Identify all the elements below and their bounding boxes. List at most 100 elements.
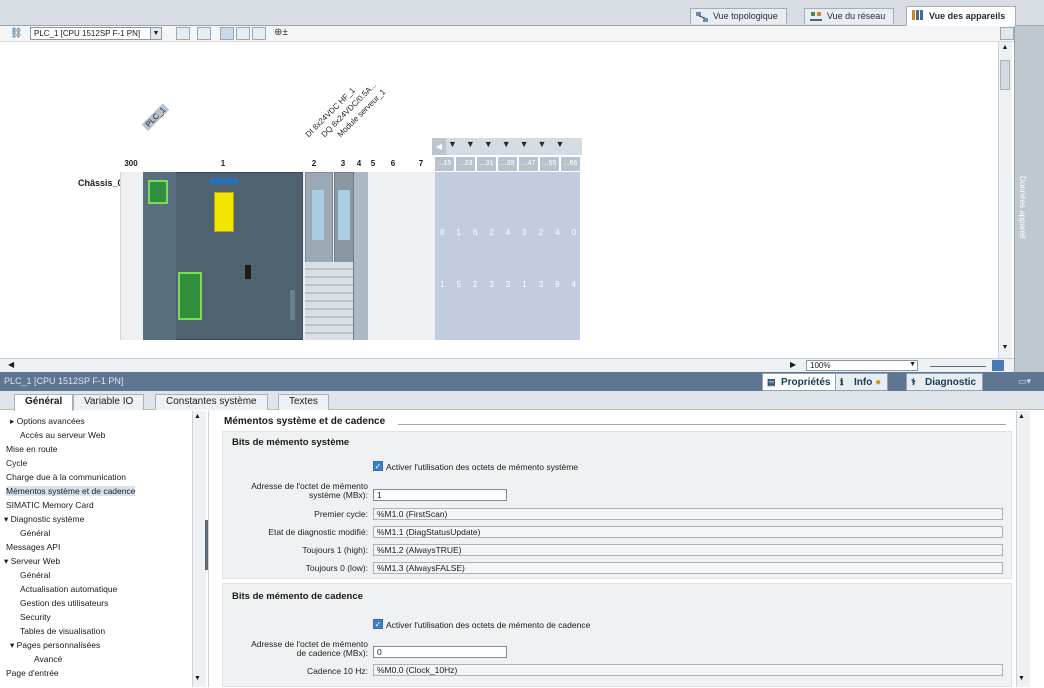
system-address-input[interactable]: 1 xyxy=(373,489,507,501)
nav-item-system-clock-memory[interactable]: Mémentos système et de cadence xyxy=(6,486,136,496)
content-heading: Mémentos système et de cadence xyxy=(224,416,386,427)
slot-num: 48 xyxy=(588,228,621,237)
chevron-down-icon[interactable]: ▼ xyxy=(1000,344,1010,354)
diag-status-label: Etat de diagnostic modifié: xyxy=(268,527,368,537)
network-icon xyxy=(810,12,822,21)
clock-address-label-2: de cadence (MBx): xyxy=(296,648,368,658)
device-icon xyxy=(912,10,923,20)
slot-number: 6 xyxy=(390,159,396,168)
nav-item-communication-load[interactable]: Charge due à la communication xyxy=(6,472,126,482)
system-memory-checkbox[interactable]: ✓ xyxy=(373,461,383,471)
zoom-value: 100% xyxy=(810,361,831,370)
nav-item-system-diagnostics[interactable]: ▾ Diagnostic système xyxy=(4,514,84,525)
memory-card-slot xyxy=(214,192,234,232)
switch-icon xyxy=(245,265,251,279)
subtab-system-constants[interactable]: Constantes système xyxy=(155,394,268,410)
tab-topology-label: Vue topologique xyxy=(713,11,778,21)
module-server[interactable] xyxy=(354,172,368,340)
slot-number: 2 xyxy=(311,159,317,168)
tab-network-view[interactable]: Vue du réseau xyxy=(804,8,895,24)
device-data-side-tab[interactable]: Données appareil xyxy=(1014,26,1044,372)
slot-expand-arrows[interactable]: ▼▼▼▼▼▼▼ xyxy=(448,139,584,149)
subtab-io-variable[interactable]: Variable IO xyxy=(73,394,145,410)
system-memory-checkbox-label: Activer l'utilisation des octets de méme… xyxy=(386,462,579,472)
chevron-down-icon[interactable]: ▼ xyxy=(194,675,201,682)
clock-memory-checkbox-label: Activer l'utilisation des octets de méme… xyxy=(386,620,591,630)
tab-info-label: Info xyxy=(854,377,873,388)
slot-number: 300 xyxy=(124,159,138,168)
fit-view-icon[interactable] xyxy=(992,360,1004,371)
slot-number: ...66 xyxy=(561,157,580,171)
always-false-label: Toujours 0 (low): xyxy=(305,563,368,573)
slot-number: 3 xyxy=(340,159,346,168)
first-cycle-value: %M1.0 (FirstScan) xyxy=(373,508,1003,520)
panel-toggle-icon[interactable] xyxy=(1000,27,1014,40)
zoom-select[interactable]: 100% ▼ xyxy=(806,360,918,371)
slot-num: 39 xyxy=(538,280,572,289)
diagnostic-icon: ⚕ xyxy=(911,377,916,387)
nav-item-entry-page[interactable]: Page d'entrée xyxy=(6,668,59,678)
clock-memory-title: Bits de mémento de cadence xyxy=(232,591,363,602)
nav-item-advanced-options[interactable]: ▸ Options avancées xyxy=(10,416,85,427)
content-scrollbar[interactable] xyxy=(1016,411,1030,687)
panel-controls-icon[interactable]: ▭▾ xyxy=(1018,376,1031,387)
table-view-icon[interactable] xyxy=(197,27,211,40)
system-memory-title: Bits de mémento système xyxy=(232,437,350,448)
slot-number: 4 xyxy=(356,159,362,168)
page-icon[interactable] xyxy=(252,27,266,40)
chevron-up-icon[interactable]: ▲ xyxy=(1000,44,1010,54)
nav-item-advanced[interactable]: Avancé xyxy=(34,654,62,664)
nav-item-user-management[interactable]: Gestion des utilisateurs xyxy=(20,598,108,608)
nav-item-watch-tables[interactable]: Tables de visualisation xyxy=(20,626,105,636)
rack-view-icon[interactable] xyxy=(176,27,190,40)
info-icon: ℹ xyxy=(840,377,844,387)
grid-icon[interactable] xyxy=(236,27,250,40)
draw-icon[interactable] xyxy=(220,27,234,40)
topology-icon xyxy=(696,12,708,22)
chevron-up-icon[interactable]: ▲ xyxy=(194,413,201,420)
nav-item-auto-update[interactable]: Actualisation automatique xyxy=(20,584,117,594)
nav-item-custom-pages[interactable]: ▾ Pages personnalisées xyxy=(10,640,100,651)
heading-divider xyxy=(398,424,1006,425)
tab-properties[interactable]: ▤ Propriétés xyxy=(762,373,838,391)
scroll-thumb[interactable] xyxy=(1000,60,1010,90)
chevron-right-icon[interactable]: ▶ xyxy=(790,360,796,369)
device-select[interactable]: PLC_1 [CPU 1512SP F-1 PN] ▼ xyxy=(30,27,162,40)
splitter-handle[interactable] xyxy=(205,520,208,570)
tab-diagnostic[interactable]: ⚕ Diagnostic xyxy=(906,373,984,391)
zoom-slider[interactable] xyxy=(930,366,986,367)
tab-info[interactable]: ℹ Info ● xyxy=(835,373,889,391)
empty-slots-group[interactable] xyxy=(435,172,580,340)
nav-item-web-server[interactable]: ▾ Serveur Web xyxy=(4,556,60,567)
chevron-left-icon[interactable]: ◀ xyxy=(432,138,446,155)
slot-number: ...31 xyxy=(477,157,496,171)
subtab-general[interactable]: Général xyxy=(14,394,74,411)
nav-item-web-general[interactable]: Général xyxy=(20,570,50,580)
network-tool-icon[interactable]: ⛓ xyxy=(10,28,24,40)
tab-device-view[interactable]: Vue des appareils xyxy=(906,6,1016,26)
nav-item-startup[interactable]: Mise en route xyxy=(6,444,58,454)
siemens-logo xyxy=(210,178,238,184)
nav-item-memory-card[interactable]: SIMATIC Memory Card xyxy=(6,500,94,510)
clock-memory-checkbox[interactable]: ✓ xyxy=(373,619,383,629)
tab-topology-view[interactable]: Vue topologique xyxy=(690,8,787,24)
properties-content: Mémentos système et de cadence Bits de m… xyxy=(216,411,1016,687)
slot-num: 8 xyxy=(440,228,457,237)
nav-item-diag-general[interactable]: Général xyxy=(20,528,50,538)
zoom-icon[interactable]: ⊕± xyxy=(274,27,288,38)
slot-number: ...47 xyxy=(519,157,538,171)
properties-nav-tree[interactable]: ▸ Options avancées Accès au serveur Web … xyxy=(4,411,209,687)
chevron-left-icon[interactable]: ◀ xyxy=(8,360,14,369)
nav-scrollbar[interactable] xyxy=(192,411,206,687)
nav-item-web-server-access[interactable]: Accès au serveur Web xyxy=(20,430,105,440)
chevron-up-icon[interactable]: ▲ xyxy=(1018,413,1025,420)
slot-num: 47 xyxy=(571,280,605,289)
clock-address-input[interactable]: 0 xyxy=(373,646,507,658)
first-cycle-label: Premier cycle: xyxy=(314,509,368,519)
chevron-down-icon[interactable]: ▼ xyxy=(1018,675,1025,682)
nav-item-cycle[interactable]: Cycle xyxy=(6,458,27,468)
nav-item-plc-messages[interactable]: Messages API xyxy=(6,542,60,552)
subtab-texts[interactable]: Textes xyxy=(278,394,329,410)
nav-item-security[interactable]: Security xyxy=(20,612,51,622)
slot-num: 32 xyxy=(522,228,556,237)
